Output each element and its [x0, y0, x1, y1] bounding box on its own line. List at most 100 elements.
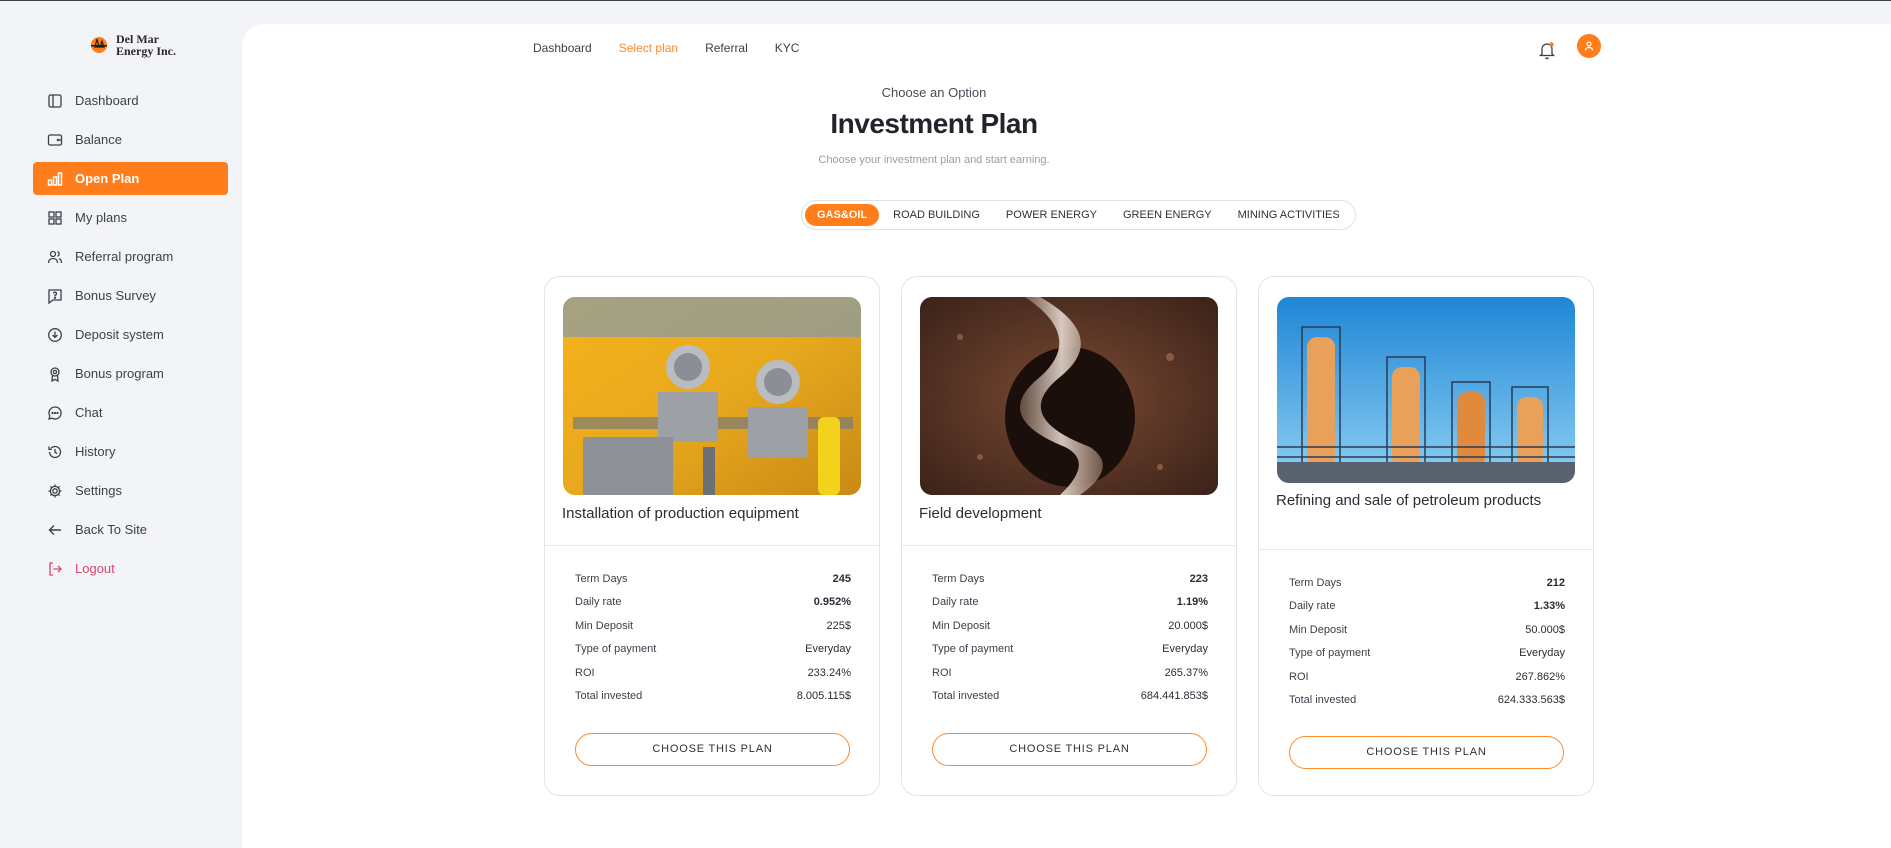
sidebar-item-deposit-system[interactable]: Deposit system	[33, 318, 228, 351]
stat-row-daily-rate: Daily rate 0.952%	[575, 596, 851, 619]
choose-plan-button[interactable]: CHOOSE THIS PLAN	[1289, 736, 1564, 769]
stat-row-total-invested: Total invested 684.441.853$	[932, 690, 1208, 713]
users-icon	[47, 250, 63, 263]
sidebar: Del Mar Energy Inc. Dashboard Balance Op…	[0, 0, 242, 848]
stat-label: Min Deposit	[1289, 623, 1348, 636]
plan-image-refinery	[1277, 297, 1575, 483]
stat-label: Total invested	[575, 689, 643, 702]
stat-value: 245	[832, 573, 851, 585]
tab-road-building[interactable]: ROAD BUILDING	[881, 204, 992, 226]
page-description: Choose your investment plan and start ea…	[818, 154, 1050, 166]
history-icon	[48, 445, 62, 458]
stat-row-roi: ROI 233.24%	[575, 667, 851, 690]
stat-label: ROI	[575, 666, 595, 679]
stat-value: 267.862%	[1515, 670, 1565, 683]
tab-mining-activities[interactable]: MINING ACTIVITIES	[1226, 204, 1352, 226]
page-title: Investment Plan	[830, 108, 1038, 139]
page-subtitle: Choose an Option	[881, 85, 987, 100]
top-nav: Dashboard Select plan Referral KYC	[533, 41, 799, 55]
logout-icon	[49, 561, 62, 576]
brand-logo[interactable]: Del Mar Energy Inc.	[88, 33, 176, 57]
stat-value: 233.24%	[807, 666, 851, 679]
sidebar-item-settings[interactable]: Settings	[33, 474, 228, 507]
sidebar-item-bonus-program[interactable]: Bonus program	[33, 357, 228, 390]
window-top-border	[0, 0, 1891, 1]
plan-stats: Term Days 223 Daily rate 1.19% Min Deposit…	[932, 573, 1208, 713]
stat-label: Type of payment	[1289, 647, 1371, 660]
stat-row-daily-rate: Daily rate 1.19%	[932, 596, 1208, 619]
stat-value: 684.441.853$	[1140, 689, 1208, 702]
bar-chart-icon	[47, 171, 63, 186]
stat-row-term-days: Term Days 212	[1289, 577, 1565, 600]
topnav-select-plan[interactable]: Select plan	[619, 41, 678, 55]
sidebar-nav: Dashboard Balance Open Plan My plans Ref…	[33, 84, 228, 591]
sun-derrick-logo-icon	[88, 34, 110, 56]
stat-row-min-deposit: Min Deposit 225$	[575, 620, 851, 643]
sidebar-item-label: History	[75, 444, 116, 459]
stat-label: Type of payment	[932, 643, 1014, 656]
tab-power-energy[interactable]: POWER ENERGY	[994, 204, 1109, 226]
notification-bell-icon[interactable]	[1537, 40, 1557, 60]
grid-icon	[48, 210, 62, 225]
stat-row-type-of-payment: Type of payment Everyday	[1289, 647, 1565, 670]
stat-row-min-deposit: Min Deposit 20.000$	[932, 620, 1208, 643]
sidebar-item-label: Balance	[75, 132, 122, 147]
stat-row-type-of-payment: Type of payment Everyday	[575, 643, 851, 666]
stat-row-roi: ROI 267.862%	[1289, 671, 1565, 694]
plan-stats: Term Days 212 Daily rate 1.33% Min Deposit…	[1289, 577, 1565, 717]
card-divider	[545, 545, 879, 546]
award-icon	[50, 366, 60, 382]
stat-value: Everyday	[1519, 647, 1565, 660]
sidebar-item-balance[interactable]: Balance	[33, 123, 228, 156]
sidebar-item-chat[interactable]: Chat	[33, 396, 228, 429]
plan-title: Field development	[919, 505, 1042, 522]
plan-title: Installation of production equipment	[562, 505, 799, 522]
stat-value: Everyday	[1162, 643, 1208, 656]
stat-label: Term Days	[575, 573, 628, 585]
sidebar-item-open-plan[interactable]: Open Plan	[33, 162, 228, 195]
stat-row-total-invested: Total invested 624.333.563$	[1289, 694, 1565, 717]
stat-row-min-deposit: Min Deposit 50.000$	[1289, 624, 1565, 647]
download-circle-icon	[48, 327, 62, 342]
stat-value: 212	[1546, 577, 1565, 589]
plan-card: Field development Term Days 223 Daily rat…	[901, 276, 1237, 796]
sidebar-item-history[interactable]: History	[33, 435, 228, 468]
sidebar-item-label: Dashboard	[75, 93, 139, 108]
sidebar-item-label: Logout	[75, 561, 115, 576]
choose-plan-button[interactable]: CHOOSE THIS PLAN	[575, 733, 850, 766]
stat-value: 50.000$	[1525, 623, 1565, 636]
stat-label: Total invested	[1289, 693, 1357, 706]
sidebar-item-bonus-survey[interactable]: Bonus Survey	[33, 279, 228, 312]
stat-label: Type of payment	[575, 643, 657, 656]
sidebar-item-label: Bonus Survey	[75, 288, 156, 303]
avatar[interactable]	[1577, 34, 1601, 58]
topnav-kyc[interactable]: KYC	[775, 41, 800, 55]
stat-label: Daily rate	[1289, 600, 1336, 613]
category-tabs: GAS&OIL ROAD BUILDING POWER ENERGY GREEN…	[801, 200, 1356, 230]
sidebar-item-referral-program[interactable]: Referral program	[33, 240, 228, 273]
stat-label: Term Days	[932, 573, 985, 585]
topnav-referral[interactable]: Referral	[705, 41, 748, 55]
stat-value: 20.000$	[1168, 619, 1208, 632]
sidebar-item-my-plans[interactable]: My plans	[33, 201, 228, 234]
stat-value: Everyday	[805, 643, 851, 656]
plan-card: Refining and sale of petroleum products …	[1258, 276, 1594, 796]
layout-icon	[48, 93, 62, 108]
card-divider	[902, 545, 1236, 546]
sidebar-item-dashboard[interactable]: Dashboard	[33, 84, 228, 117]
stat-label: ROI	[932, 666, 952, 679]
stat-label: Term Days	[1289, 577, 1342, 589]
plan-image-field-development	[920, 297, 1218, 495]
sidebar-item-label: Settings	[75, 483, 122, 498]
choose-plan-button[interactable]: CHOOSE THIS PLAN	[932, 733, 1207, 766]
stat-row-daily-rate: Daily rate 1.33%	[1289, 600, 1565, 623]
tab-green-energy[interactable]: GREEN ENERGY	[1111, 204, 1224, 226]
tab-gas-oil[interactable]: GAS&OIL	[805, 204, 880, 226]
wallet-icon	[47, 133, 63, 146]
stat-row-roi: ROI 265.37%	[932, 667, 1208, 690]
topnav-dashboard[interactable]: Dashboard	[533, 41, 592, 55]
user-icon	[1584, 41, 1594, 51]
sidebar-item-back-to-site[interactable]: Back To Site	[33, 513, 228, 546]
stat-row-total-invested: Total invested 8.005.115$	[575, 690, 851, 713]
sidebar-item-logout[interactable]: Logout	[33, 552, 228, 585]
